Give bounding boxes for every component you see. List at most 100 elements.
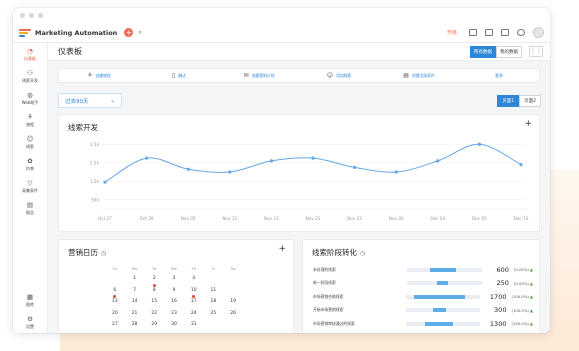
- user-avatar[interactable]: [533, 27, 544, 38]
- window-dot: [29, 13, 34, 18]
- data-point: [228, 170, 232, 174]
- calendar-day[interactable]: 10: [184, 288, 204, 298]
- period-select[interactable]: 过去90天 ⌄: [58, 93, 122, 108]
- quick-action[interactable]: ▤ 创建活跃条件: [379, 72, 459, 79]
- conversion-row[interactable]: 市场营销审核通过的线索 1300 (100.0%) ▲: [313, 319, 533, 328]
- sidebar-item[interactable]: ▤ 报告: [13, 197, 47, 219]
- calendar-day[interactable]: 31: [184, 322, 204, 332]
- calendar-day[interactable]: 22: [144, 311, 164, 321]
- calendar-day[interactable]: 8: [144, 288, 164, 298]
- calendar-day[interactable]: 7: [125, 288, 145, 298]
- calendar-day[interactable]: 23: [164, 311, 184, 321]
- conversion-bar-fill: [424, 321, 453, 326]
- page-2-tab[interactable]: 页面2: [519, 95, 541, 107]
- calendar-day[interactable]: 14: [125, 299, 145, 309]
- calendar-day[interactable]: [223, 322, 243, 332]
- calendar-day[interactable]: 28: [125, 322, 145, 332]
- calendar-day[interactable]: 15: [144, 299, 164, 309]
- conversion-row[interactable]: 开始市场营销线索 300 (100.0%) ▲: [313, 306, 533, 315]
- sidebar-item[interactable]: ⚙ 设置: [13, 311, 47, 333]
- sidebar-item[interactable]: ◍ Web助手: [13, 87, 47, 109]
- conversion-row[interactable]: 未处理的线索 600 (0.05%) ▲: [313, 265, 533, 274]
- calendar-day[interactable]: [223, 276, 243, 286]
- sidebar-item[interactable]: ⚘ 旅程: [13, 109, 47, 131]
- calendar-add-button[interactable]: +: [278, 244, 286, 254]
- bell-icon[interactable]: [517, 29, 525, 36]
- conversion-row[interactable]: 新一阶段线索 250 (0.05%) ▲: [313, 279, 533, 288]
- calendar-day[interactable]: 20: [105, 311, 125, 321]
- global-add-button[interactable]: +: [124, 28, 134, 37]
- app-title: Marketing Automation: [35, 28, 118, 37]
- calendar-title: 营销日历: [68, 248, 98, 257]
- upgrade-link[interactable]: 升级: [447, 29, 457, 36]
- calendar-day[interactable]: 13: [105, 299, 125, 309]
- calendar-day[interactable]: 25: [204, 311, 224, 321]
- data-point: [103, 180, 107, 184]
- calendar-day[interactable]: 21: [125, 311, 145, 321]
- period-value: 过去90天: [65, 98, 89, 105]
- x-tick-label: Nov 13: [264, 216, 279, 221]
- layout-grid-button[interactable]: ⋮⋮: [529, 46, 543, 57]
- quick-actions-bar: ⚘ 创建旅程 ▯ 触达 ✉ 创建营销计划 ☺ 添加线索 ▤ 创建活跃条件 更多: [58, 68, 540, 83]
- page-1-tab[interactable]: 页面1: [497, 95, 520, 107]
- conversion-value: 250: [496, 279, 509, 287]
- calendar-day[interactable]: 27: [105, 322, 125, 332]
- chevron-down-icon: ⌄: [109, 97, 115, 104]
- trend-up-icon: ▲: [529, 267, 533, 272]
- calendar-day[interactable]: 17: [184, 299, 204, 309]
- quick-action[interactable]: 更多: [459, 73, 539, 79]
- calendar-day[interactable]: [223, 288, 243, 298]
- trend-up-icon: ▲: [529, 307, 533, 313]
- quick-action[interactable]: ☺ 添加线索: [299, 72, 379, 79]
- calendar-day[interactable]: 16: [164, 299, 184, 309]
- calendar-day[interactable]: 24: [184, 311, 204, 321]
- calendar-day[interactable]: [204, 276, 224, 286]
- y-tick-label: 2.5k: [90, 160, 100, 165]
- conversion-row[interactable]: 市场营销合格线索 1700 (100.0%) ▲: [313, 292, 533, 301]
- calendar-icon[interactable]: [501, 29, 509, 36]
- calendar-day[interactable]: 9: [164, 288, 184, 298]
- calendar-day[interactable]: 2: [144, 276, 164, 287]
- calendar-day[interactable]: 29: [144, 322, 164, 332]
- conversion-percent: (0.05%): [513, 267, 529, 272]
- search-icon[interactable]: ⌕: [138, 29, 141, 37]
- x-tick-label: Dec 04: [430, 216, 445, 221]
- calendar-day[interactable]: 3: [164, 276, 184, 286]
- my-data-tab[interactable]: 我的数据: [496, 45, 522, 58]
- conversion-percent: (0.05%): [513, 280, 529, 286]
- sidebar-item[interactable]: ▽ 采集条件: [13, 175, 47, 197]
- calendar-day[interactable]: [204, 322, 224, 332]
- calendar-day[interactable]: 18: [204, 299, 224, 309]
- sidebar-item[interactable]: ◔ 仪表板: [13, 43, 47, 65]
- sidebar-item-label: Web助手: [21, 99, 39, 105]
- folder-icon[interactable]: [485, 29, 493, 36]
- sidebar-item[interactable]: ▦ 图库: [13, 289, 47, 311]
- conversion-bar: [406, 308, 480, 312]
- calendar-day[interactable]: 1: [125, 276, 145, 286]
- sidebar-item-label: 线索开发: [22, 77, 38, 83]
- calendar-day[interactable]: [105, 276, 125, 286]
- conversion-stage-name: 市场营销合格线索: [313, 293, 344, 299]
- quick-action[interactable]: ▯ 触达: [139, 72, 219, 79]
- calendar-day[interactable]: 11: [204, 288, 224, 298]
- conversion-title: 线索阶段转化: [312, 248, 357, 257]
- card-icon[interactable]: [469, 29, 477, 36]
- sidebar-item[interactable]: ⚇ 线索开发: [13, 65, 47, 87]
- contact-icon: ▯: [172, 72, 176, 79]
- all-data-tab[interactable]: 所有数据: [470, 45, 496, 58]
- conversion-bar-fill: [429, 267, 456, 272]
- quick-action[interactable]: ✉ 创建营销计划: [219, 72, 299, 79]
- sidebar-item[interactable]: ✿ 约束: [13, 153, 47, 175]
- calendar-day[interactable]: 30: [164, 322, 184, 332]
- conversion-stage-name: 开始市场营销线索: [313, 307, 344, 312]
- marketing-calendar-card: 营销日历 ◷ + Su Mo Tu We Th Fr Sa 1 2 3 4 6 7 8 9 10 11 13 14 15…: [58, 239, 294, 333]
- journey-icon: ⚘: [27, 112, 33, 121]
- calendar-day[interactable]: 26: [223, 311, 243, 321]
- calendar-day[interactable]: 19: [223, 299, 243, 309]
- quick-action[interactable]: ⚘ 创建旅程: [59, 72, 139, 79]
- sidebar-item[interactable]: ☺ 线索: [13, 131, 47, 153]
- lead-icon: ☺: [26, 134, 34, 143]
- calendar-day[interactable]: 4: [184, 276, 204, 286]
- calendar-day[interactable]: 6: [105, 288, 125, 298]
- quick-action-label: 添加线索: [336, 72, 352, 78]
